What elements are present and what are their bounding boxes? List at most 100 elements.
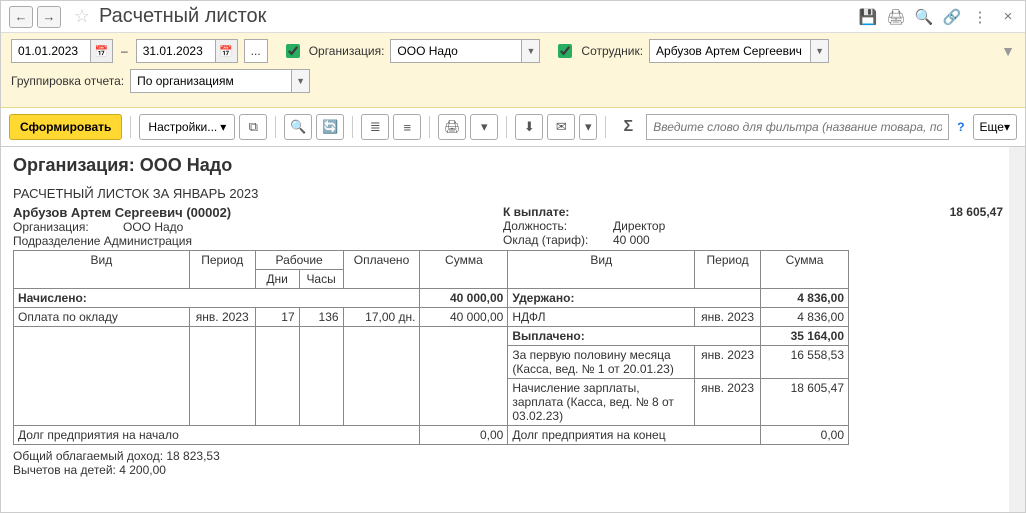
- payout-label: К выплате:: [503, 205, 613, 219]
- cell-sum-r: 16 558,53: [761, 346, 849, 379]
- more-button-label: Еще: [980, 120, 1004, 134]
- accrued-total: 40 000,00: [420, 289, 508, 308]
- cell-sum-r: 18 605,47: [761, 379, 849, 426]
- debt-end-label: Долг предприятия на конец: [508, 426, 761, 445]
- employee-input[interactable]: [650, 40, 810, 62]
- org-checkbox[interactable]: [286, 44, 300, 58]
- grouping-dropdown-icon[interactable]: ▼: [291, 70, 309, 92]
- cell-period-r: янв. 2023: [695, 308, 761, 327]
- cell-sum-r: 4 836,00: [761, 308, 849, 327]
- date-from-input[interactable]: [12, 40, 90, 62]
- salary-value: 40 000: [613, 233, 1013, 247]
- cell-vid-r: НДФЛ: [508, 308, 695, 327]
- paid-label: Выплачено:: [508, 327, 761, 346]
- cell-vid-r: За первую половину месяца (Касса, вед. №…: [508, 346, 695, 379]
- find-icon[interactable]: 🔍: [284, 114, 312, 140]
- cell-period-r: янв. 2023: [695, 346, 761, 379]
- info-dept: Подразделение Администрация: [13, 234, 503, 248]
- table-row: Оплата по окладу янв. 2023 17 136 17,00 …: [14, 308, 849, 327]
- debt-row: Долг предприятия на начало 0,00 Долг пре…: [14, 426, 849, 445]
- th-rabochie: Рабочие: [255, 251, 343, 270]
- mail-dropdown-icon[interactable]: ▾: [579, 114, 597, 140]
- link-icon[interactable]: 🔗: [943, 8, 961, 26]
- th-dni: Дни: [255, 270, 299, 289]
- withheld-total: 4 836,00: [761, 289, 849, 308]
- grouping-label: Группировка отчета:: [11, 74, 124, 88]
- th-vid-left: Вид: [14, 251, 190, 289]
- th-vid-right: Вид: [508, 251, 695, 289]
- paid-total: 35 164,00: [761, 327, 849, 346]
- mail-icon[interactable]: ✉: [547, 114, 575, 140]
- debt-end-value: 0,00: [761, 426, 849, 445]
- org-input[interactable]: [391, 40, 521, 62]
- copy-settings-icon[interactable]: ⧉: [239, 114, 267, 140]
- salary-label: Оклад (тариф):: [503, 233, 613, 247]
- footer-deduct: Вычетов на детей: 4 200,00: [13, 463, 1013, 477]
- grouping-input[interactable]: [131, 70, 291, 92]
- collapse-tree-icon[interactable]: ≡: [393, 114, 421, 140]
- filter-funnel-icon[interactable]: ▼: [1001, 43, 1015, 59]
- debt-start-value: 0,00: [420, 426, 508, 445]
- withheld-label: Удержано:: [508, 289, 761, 308]
- generate-button[interactable]: Сформировать: [9, 114, 122, 140]
- employee-dropdown-icon[interactable]: ▼: [810, 40, 828, 62]
- cell-period: янв. 2023: [189, 308, 255, 327]
- toolbar-print-dropdown-icon[interactable]: ▾: [470, 114, 498, 140]
- cell-sum: 40 000,00: [420, 308, 508, 327]
- org-dropdown-icon[interactable]: ▼: [521, 40, 539, 62]
- debt-start-label: Долг предприятия на начало: [14, 426, 420, 445]
- employee-checkbox[interactable]: [558, 44, 572, 58]
- report-org-header: Организация: ООО Надо: [13, 155, 1013, 176]
- expand-tree-icon[interactable]: ≣: [361, 114, 389, 140]
- preview-icon[interactable]: 🔍: [915, 8, 933, 26]
- page-title: Расчетный листок: [99, 5, 859, 28]
- th-oplacheno: Оплачено: [343, 251, 420, 289]
- payslip-table: Вид Период Рабочие Оплачено Сумма Вид Пе…: [13, 250, 849, 445]
- th-period-left: Период: [189, 251, 255, 289]
- vertical-scrollbar[interactable]: [1009, 147, 1025, 512]
- more-button[interactable]: Еще ▾: [973, 114, 1017, 140]
- th-period-right: Период: [695, 251, 761, 289]
- download-icon[interactable]: ⬇: [515, 114, 543, 140]
- toolbar-print-icon[interactable]: 🖨: [438, 114, 466, 140]
- cell-chasy: 136: [299, 308, 343, 327]
- info-org-value: ООО Надо: [123, 220, 503, 234]
- more-vertical-icon[interactable]: ⋮: [971, 8, 989, 26]
- print-icon[interactable]: 🖨: [887, 8, 905, 26]
- settings-button[interactable]: Настройки... ▾: [139, 114, 235, 140]
- employee-name: Арбузов Артем Сергеевич (00002): [13, 205, 503, 220]
- th-summa-right: Сумма: [761, 251, 849, 289]
- back-button[interactable]: ←: [9, 6, 33, 28]
- date-from-calendar-icon[interactable]: 📅: [90, 40, 112, 62]
- date-to-input[interactable]: [137, 40, 215, 62]
- th-chasy: Часы: [299, 270, 343, 289]
- date-range-picker-button[interactable]: ...: [244, 39, 268, 63]
- cell-opl: 17,00 дн.: [343, 308, 420, 327]
- footer-taxable: Общий облагаемый доход: 18 823,53: [13, 449, 1013, 463]
- accrued-label: Начислено:: [14, 289, 420, 308]
- cell-period-r: янв. 2023: [695, 379, 761, 426]
- report-period-title: РАСЧЕТНЫЙ ЛИСТОК ЗА ЯНВАРЬ 2023: [13, 186, 1013, 201]
- chevron-down-icon: ▾: [1004, 120, 1010, 134]
- org-label: Организация:: [309, 44, 385, 58]
- sigma-icon[interactable]: Σ: [614, 114, 642, 140]
- help-icon[interactable]: ?: [953, 120, 968, 134]
- refresh-icon[interactable]: 🔄: [316, 114, 344, 140]
- position-value: Директор: [613, 219, 1013, 233]
- date-range-dash: –: [119, 44, 130, 58]
- close-icon[interactable]: ×: [999, 8, 1017, 26]
- forward-button[interactable]: →: [37, 6, 61, 28]
- settings-button-label: Настройки...: [148, 120, 217, 134]
- payout-value: 18 605,47: [613, 205, 1013, 219]
- info-org-label: Организация:: [13, 220, 123, 234]
- filter-search-input[interactable]: [646, 114, 949, 140]
- employee-label: Сотрудник:: [581, 44, 643, 58]
- table-row: Выплачено: 35 164,00: [14, 327, 849, 346]
- favorite-star-icon[interactable]: ☆: [71, 6, 93, 28]
- date-to-calendar-icon[interactable]: 📅: [215, 40, 237, 62]
- th-summa-left: Сумма: [420, 251, 508, 289]
- position-label: Должность:: [503, 219, 613, 233]
- chevron-down-icon: ▾: [220, 120, 226, 134]
- cell-vid-r: Начисление зарплаты, зарплата (Касса, ве…: [508, 379, 695, 426]
- save-icon[interactable]: 💾: [859, 8, 877, 26]
